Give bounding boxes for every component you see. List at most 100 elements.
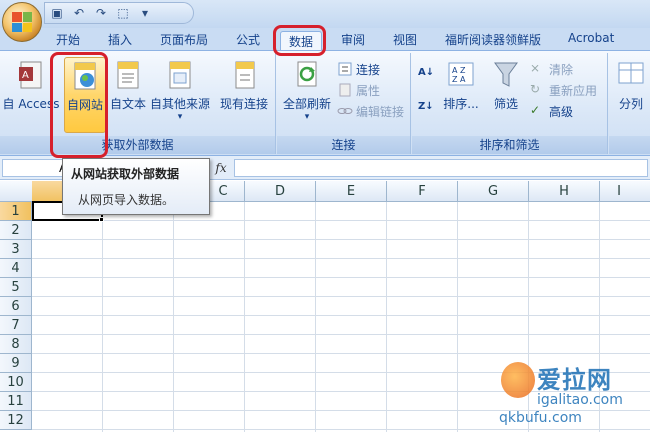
customize-qat-icon[interactable]: ▾ — [136, 4, 154, 22]
column-header-h[interactable]: H — [529, 181, 600, 202]
redo-icon[interactable]: ↷ — [92, 4, 110, 22]
office-button[interactable] — [2, 2, 42, 42]
existing-connections-icon — [230, 59, 258, 91]
chain-link-icon — [337, 103, 353, 119]
quick-access-buttons: ▣ ↶ ↷ ⬚ ▾ — [46, 4, 154, 22]
clear-filter-icon: ⨯ — [530, 61, 541, 75]
advanced-button[interactable]: ✓ 高级 — [530, 101, 573, 121]
edit-links-button[interactable]: 编辑链接 — [337, 101, 404, 121]
advanced-filter-icon: ✓ — [530, 103, 541, 117]
watermark-logo-icon — [501, 362, 535, 398]
formula-input[interactable] — [234, 159, 648, 177]
from-other-sources-button[interactable]: 自其他来源 ▾ — [149, 57, 211, 131]
from-web-highlight — [50, 52, 108, 158]
filter-funnel-icon — [492, 59, 520, 91]
group-label-external-data: 获取外部数据 — [0, 136, 275, 154]
sort-dialog-icon: A ZZ A — [447, 59, 475, 91]
properties-label: 属性 — [356, 83, 381, 98]
filter-label: 筛选 — [493, 97, 518, 111]
clear-label: 清除 — [549, 62, 574, 77]
sort-za-button[interactable]: Z↓ — [418, 99, 434, 119]
save-icon[interactable]: ▣ — [48, 4, 66, 22]
chart-icon[interactable]: ⬚ — [114, 4, 132, 22]
svg-text:A: A — [22, 70, 29, 81]
column-header-g[interactable]: G — [458, 181, 529, 202]
row-header[interactable]: 9 — [0, 354, 32, 373]
group-external-data: A 自 Access 自网站 自文本 自其他来源 ▾ 现有连接 获取外部数据 — [0, 53, 276, 154]
other-sources-icon — [166, 59, 194, 91]
column-i-label: I — [617, 184, 621, 199]
column-header-i[interactable]: I — [600, 181, 650, 202]
tab-review[interactable]: 审阅 — [341, 31, 365, 50]
clear-button[interactable]: ⨯ 清除 — [530, 59, 573, 79]
properties-button[interactable]: 属性 — [337, 80, 380, 100]
from-web-tooltip: 从网站获取外部数据 从网页导入数据。 — [62, 158, 210, 215]
undo-icon[interactable]: ↶ — [70, 4, 88, 22]
row-header[interactable]: 6 — [0, 297, 32, 316]
row-header[interactable]: 1 — [0, 202, 32, 221]
access-icon: A — [17, 59, 45, 91]
column-c-label: C — [218, 184, 228, 199]
tab-foxit[interactable]: 福昕阅读器领鲜版 — [445, 31, 541, 50]
tooltip-body: 从网页导入数据。 — [78, 193, 175, 207]
text-file-icon — [114, 59, 142, 91]
filter-button[interactable]: 筛选 — [488, 57, 524, 131]
refresh-icon — [293, 59, 321, 91]
from-other-label: 自其他来源 — [149, 97, 210, 111]
column-header-e[interactable]: E — [316, 181, 387, 202]
tooltip-title: 从网站获取外部数据 — [71, 167, 180, 181]
row-header[interactable]: 8 — [0, 335, 32, 354]
sort-ascending-icon: A↓ — [418, 67, 435, 78]
row-header[interactable]: 11 — [0, 392, 32, 411]
svg-text:Z A: Z A — [452, 75, 466, 84]
group-data-tools: 分列 — [609, 53, 650, 154]
column-header-f[interactable]: F — [387, 181, 458, 202]
row-header[interactable]: 4 — [0, 259, 32, 278]
tab-view[interactable]: 视图 — [393, 31, 417, 50]
tab-insert[interactable]: 插入 — [108, 31, 132, 50]
row-header[interactable]: 12 — [0, 411, 32, 430]
existing-connections-button[interactable]: 现有连接 — [216, 57, 272, 131]
group-label-data-tools — [609, 136, 650, 154]
refresh-all-label: 全部刷新 — [282, 97, 331, 111]
text-to-columns-label: 分列 — [618, 97, 643, 111]
from-text-button[interactable]: 自文本 — [108, 57, 148, 131]
tab-formulas[interactable]: 公式 — [236, 31, 260, 50]
watermark-url-2: qkbufu.com — [499, 410, 582, 426]
properties-icon — [337, 82, 353, 98]
reapply-button[interactable]: ↻ 重新应用 — [530, 80, 597, 100]
row-header[interactable]: 5 — [0, 278, 32, 297]
row-header[interactable]: 7 — [0, 316, 32, 335]
sort-button[interactable]: A ZZ A 排序... — [440, 57, 482, 131]
existing-connections-label: 现有连接 — [219, 97, 268, 111]
insert-function-button[interactable]: fx — [210, 159, 232, 177]
dropdown-arrow-icon: ▾ — [177, 112, 183, 122]
sort-descending-icon: Z↓ — [418, 101, 434, 112]
sort-az-button[interactable]: A↓ — [418, 67, 434, 83]
sort-label: 排序... — [443, 97, 479, 111]
row-header[interactable]: 2 — [0, 221, 32, 240]
tab-acrobat[interactable]: Acrobat — [568, 31, 614, 50]
connections-button[interactable]: 连接 — [337, 59, 380, 79]
watermark: 爱拉网 igalitao.com qkbufu.com — [495, 352, 645, 430]
tab-page-layout[interactable]: 页面布局 — [160, 31, 208, 50]
fill-handle[interactable] — [99, 217, 104, 222]
text-to-columns-button[interactable]: 分列 — [613, 57, 649, 131]
reapply-icon: ↻ — [530, 82, 541, 96]
row-header[interactable]: 10 — [0, 373, 32, 392]
group-label-connections: 连接 — [277, 136, 410, 154]
connections-icon — [337, 61, 353, 77]
edit-links-label: 编辑链接 — [356, 104, 405, 119]
group-sort-filter: A↓ Z↓ A ZZ A 排序... 筛选 ⨯ 清除 ↻ 重新应用 ✓ 高级 排… — [412, 53, 608, 154]
group-label-sort-filter: 排序和筛选 — [412, 136, 607, 154]
tab-home[interactable]: 开始 — [56, 31, 80, 50]
text-to-columns-icon — [617, 59, 645, 91]
office-logo-icon — [12, 12, 32, 32]
connections-label: 连接 — [356, 62, 381, 77]
refresh-all-button[interactable]: 全部刷新 ▾ — [281, 57, 333, 131]
column-header-d[interactable]: D — [245, 181, 316, 202]
data-tab-highlight — [273, 25, 326, 56]
watermark-title: 爱拉网 — [537, 366, 612, 394]
group-connections: 全部刷新 ▾ 连接 属性 编辑链接 连接 — [277, 53, 411, 154]
row-header[interactable]: 3 — [0, 240, 32, 259]
